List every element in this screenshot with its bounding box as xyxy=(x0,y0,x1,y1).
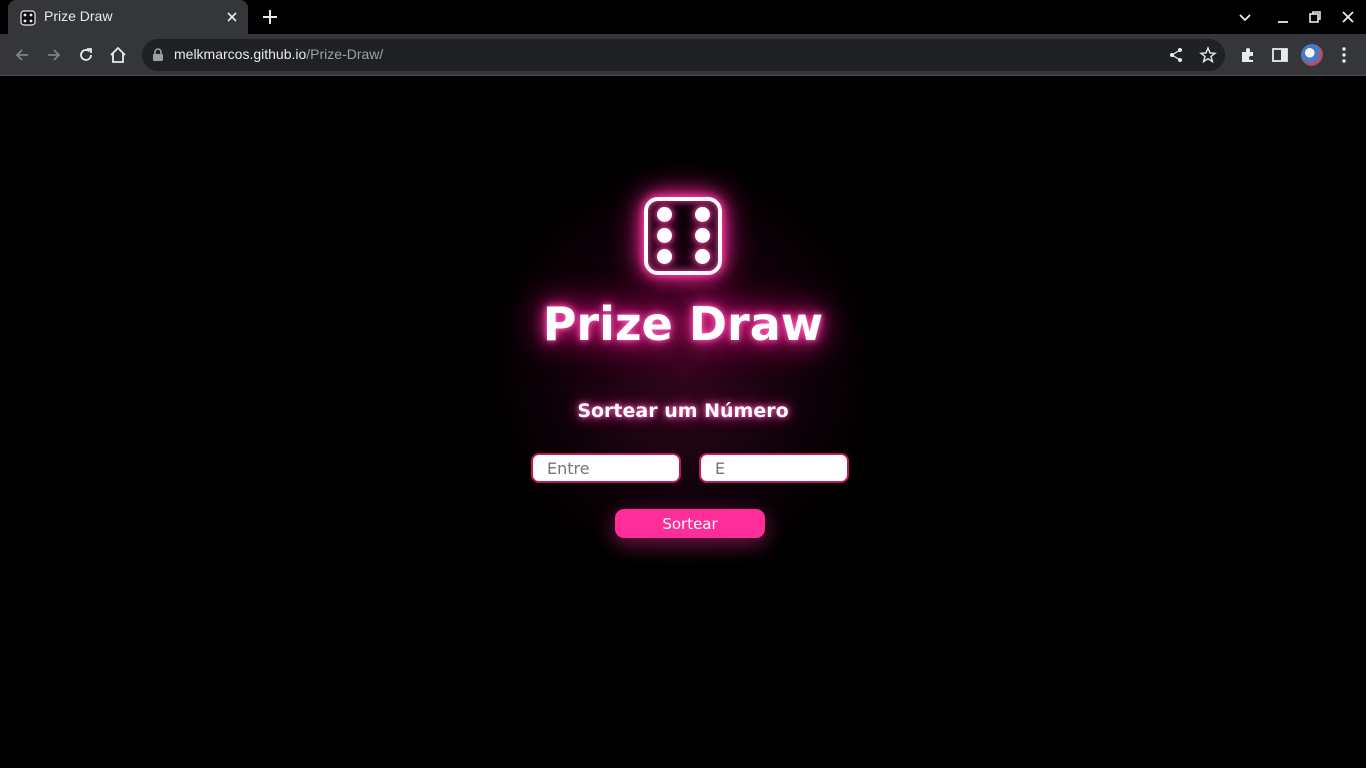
back-icon[interactable] xyxy=(12,45,32,65)
minimize-icon[interactable] xyxy=(1274,8,1292,26)
bookmark-star-icon[interactable] xyxy=(1199,46,1217,64)
page-title: Prize Draw xyxy=(542,297,824,351)
profile-avatar[interactable] xyxy=(1301,44,1323,66)
browser-toolbar: melkmarcos.github.io/Prize-Draw/ xyxy=(0,34,1366,76)
share-icon[interactable] xyxy=(1167,46,1185,64)
menu-kebab-icon[interactable] xyxy=(1334,45,1354,65)
dice-pip xyxy=(657,228,672,243)
home-icon[interactable] xyxy=(108,45,128,65)
lock-icon[interactable] xyxy=(152,48,164,62)
page-content: Prize Draw Sortear um Número Sortear xyxy=(0,77,1366,768)
range-end-input[interactable] xyxy=(699,453,849,483)
url-path: /Prize-Draw/ xyxy=(306,46,384,62)
restore-icon[interactable] xyxy=(1306,8,1324,26)
forward-icon[interactable] xyxy=(44,45,64,65)
tab-strip: Prize Draw xyxy=(0,0,1366,34)
close-tab-icon[interactable] xyxy=(224,9,240,25)
dice-pip xyxy=(657,249,672,264)
dice-pip xyxy=(695,249,710,264)
dice-pip xyxy=(695,228,710,243)
dice-pip xyxy=(657,207,672,222)
close-window-icon[interactable] xyxy=(1339,8,1357,26)
side-panel-icon[interactable] xyxy=(1270,45,1290,65)
page-subtitle: Sortear um Número xyxy=(577,400,789,422)
range-start-input[interactable] xyxy=(531,453,681,483)
new-tab-icon[interactable] xyxy=(260,7,280,27)
dice-icon xyxy=(644,197,722,275)
url-host: melkmarcos.github.io xyxy=(174,46,307,62)
dice-pip xyxy=(695,207,710,222)
draw-button[interactable]: Sortear xyxy=(615,509,765,538)
tab-search-icon[interactable] xyxy=(1236,8,1254,26)
url-text: melkmarcos.github.io/Prize-Draw/ xyxy=(174,46,383,62)
reload-icon[interactable] xyxy=(76,45,96,65)
browser-tab[interactable]: Prize Draw xyxy=(8,0,248,34)
tab-title: Prize Draw xyxy=(44,8,113,24)
extensions-icon[interactable] xyxy=(1238,45,1258,65)
address-bar[interactable]: melkmarcos.github.io/Prize-Draw/ xyxy=(142,39,1225,71)
dice-favicon-icon xyxy=(20,10,36,26)
